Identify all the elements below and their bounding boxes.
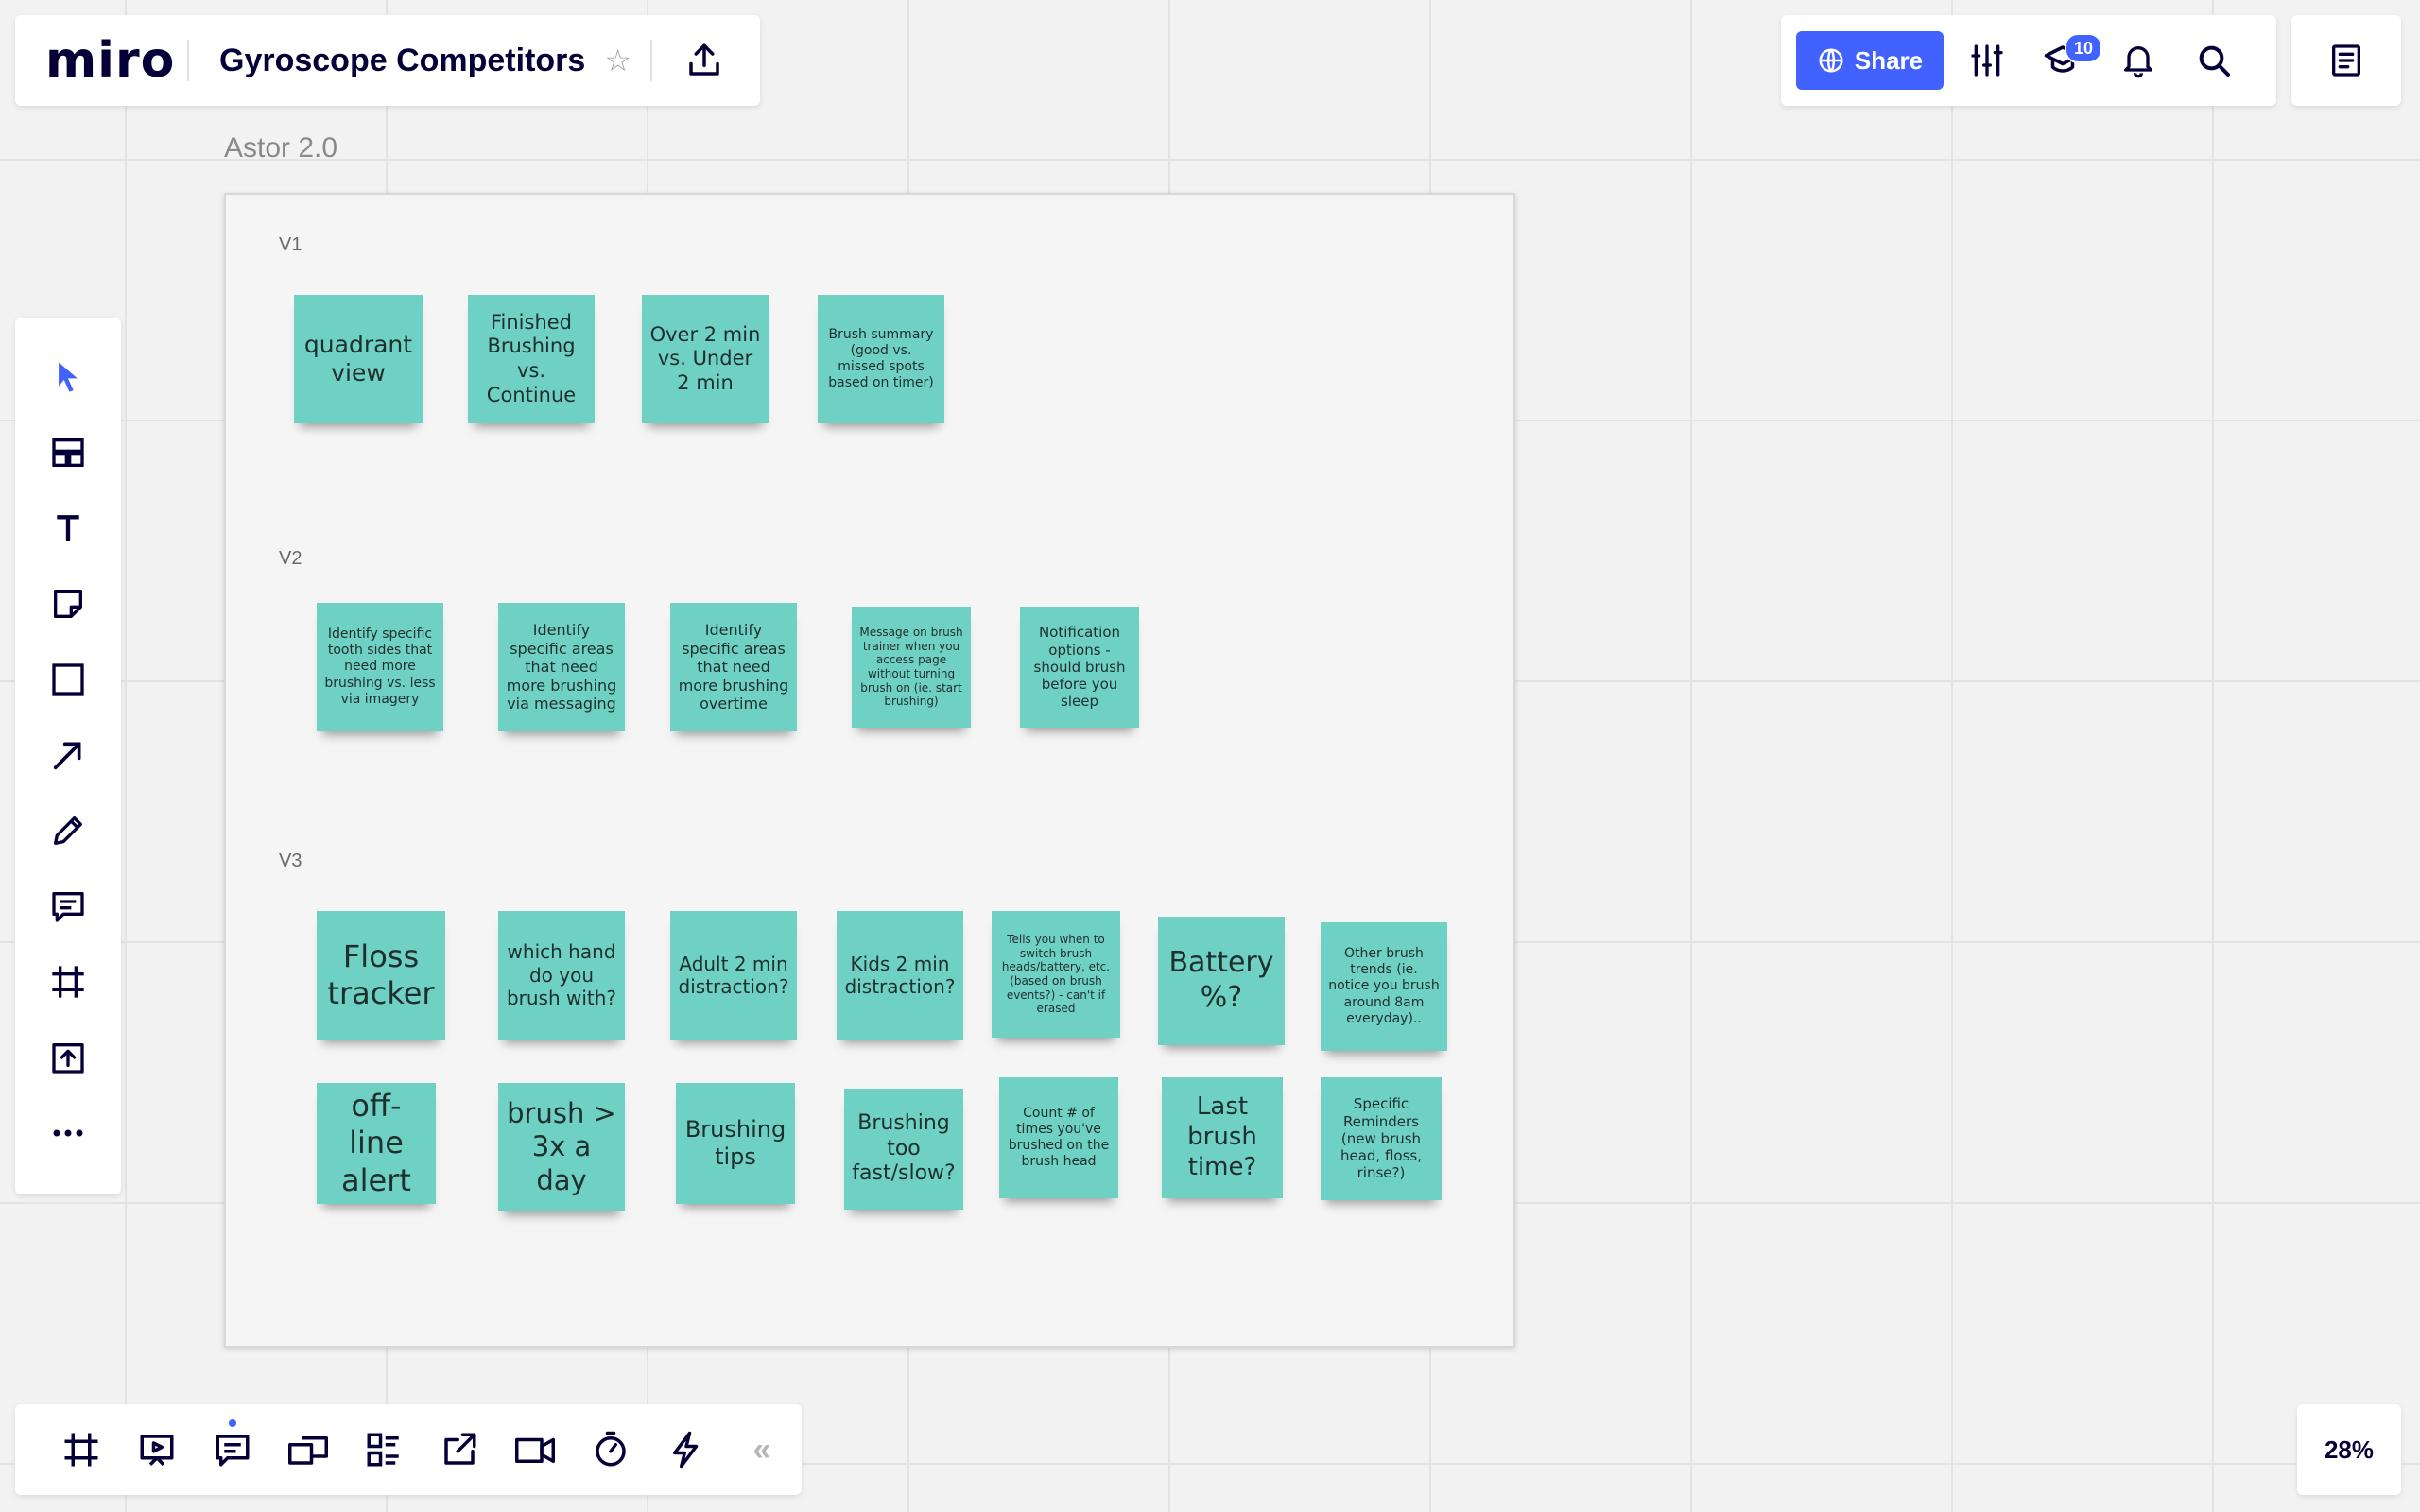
sticky-note-icon[interactable] <box>15 571 121 637</box>
globe-icon <box>1819 48 1843 73</box>
text-icon[interactable] <box>15 495 121 561</box>
upload-icon[interactable] <box>15 1024 121 1091</box>
upload-export-icon[interactable] <box>652 23 756 98</box>
miro-logo[interactable]: miro <box>45 32 187 89</box>
frame[interactable]: V1 quadrant view Finished Brushing vs. C… <box>224 193 1515 1348</box>
sticky-note[interactable]: Kids 2 min distraction? <box>837 911 963 1040</box>
bottom-toolbar: « <box>15 1404 802 1495</box>
section-label-v1: V1 <box>279 234 302 255</box>
sticky-note[interactable]: Last brush time? <box>1162 1077 1283 1198</box>
bell-icon[interactable] <box>2100 27 2176 94</box>
notification-badge: 10 <box>2065 33 2102 63</box>
sticky-note[interactable]: Finished Brushing vs. Continue <box>468 295 595 423</box>
arrow-icon[interactable] <box>15 722 121 788</box>
comment-icon[interactable] <box>15 873 121 939</box>
sticky-note[interactable]: Specific Reminders (new brush head, flos… <box>1321 1077 1442 1200</box>
sticky-note[interactable]: Battery %? <box>1158 917 1285 1045</box>
sticky-note[interactable]: Message on brush trainer when you access… <box>852 607 971 728</box>
collapse-toolbar-icon[interactable]: « <box>724 1432 800 1469</box>
sticky-note[interactable]: quadrant view <box>294 295 423 423</box>
top-right-toolbar: Share 10 <box>1781 15 2276 106</box>
sticky-note[interactable]: Brush summary (good vs. missed spots bas… <box>818 295 944 423</box>
divider <box>187 40 189 81</box>
export-icon[interactable] <box>422 1412 497 1487</box>
sticky-note[interactable]: Notification options - should brush befo… <box>1020 607 1139 728</box>
section-label-v2: V2 <box>279 548 302 569</box>
frame-title[interactable]: Astor 2.0 <box>224 132 337 164</box>
timer-icon[interactable] <box>573 1412 648 1487</box>
comments-icon[interactable] <box>195 1412 270 1487</box>
more-icon[interactable] <box>15 1100 121 1166</box>
share-button[interactable]: Share <box>1796 31 1944 90</box>
star-icon[interactable]: ☆ <box>604 43 631 78</box>
left-toolbar <box>15 318 121 1194</box>
sticky-note[interactable]: Over 2 min vs. Under 2 min <box>642 295 769 423</box>
lightning-icon[interactable] <box>648 1412 724 1487</box>
sticky-note[interactable]: which hand do you brush with? <box>498 911 625 1040</box>
sticky-note[interactable]: Identify specific areas that need more b… <box>670 603 797 731</box>
sticky-note[interactable]: Brushing too fast/slow? <box>844 1089 963 1210</box>
sticky-note[interactable]: Identify specific areas that need more b… <box>498 603 625 731</box>
share-label: Share <box>1854 45 1924 75</box>
section-label-v3: V3 <box>279 850 302 871</box>
select-icon[interactable] <box>15 344 121 410</box>
learning-center-icon[interactable]: 10 <box>2025 27 2102 94</box>
sticky-note[interactable]: Brushing tips <box>676 1083 795 1204</box>
settings-sliders-icon[interactable] <box>1949 27 2025 94</box>
video-icon[interactable] <box>497 1412 573 1487</box>
sticky-note[interactable]: brush > 3x a day <box>498 1083 625 1211</box>
sticky-note[interactable]: Tells you when to switch brush heads/bat… <box>992 911 1120 1038</box>
templates-icon[interactable] <box>15 420 121 486</box>
sticky-note[interactable]: Identify specific tooth sides that need … <box>317 603 443 731</box>
presentation-icon[interactable] <box>119 1412 195 1487</box>
card-list-icon[interactable] <box>346 1412 422 1487</box>
zoom-level[interactable]: 28% <box>2297 1404 2401 1495</box>
new-activity-dot <box>229 1419 236 1427</box>
sticky-note[interactable]: Adult 2 min distraction? <box>670 911 797 1040</box>
board-header: miro Gyroscope Competitors ☆ <box>15 15 760 106</box>
sticky-note[interactable]: Other brush trends (ie. notice you brush… <box>1321 922 1447 1051</box>
pen-icon[interactable] <box>15 798 121 864</box>
sticky-note[interactable]: off-line alert <box>317 1083 436 1204</box>
sticky-note[interactable]: Floss tracker <box>317 911 445 1040</box>
board-notes-icon[interactable] <box>2291 15 2401 106</box>
frames-icon[interactable] <box>43 1412 119 1487</box>
frame-icon[interactable] <box>15 949 121 1015</box>
board-title[interactable]: Gyroscope Competitors <box>219 43 585 79</box>
shape-icon[interactable] <box>15 646 121 713</box>
search-icon[interactable] <box>2176 27 2252 94</box>
sticky-note[interactable]: Count # of times you've brushed on the b… <box>999 1077 1118 1198</box>
screen-share-icon[interactable] <box>270 1412 346 1487</box>
